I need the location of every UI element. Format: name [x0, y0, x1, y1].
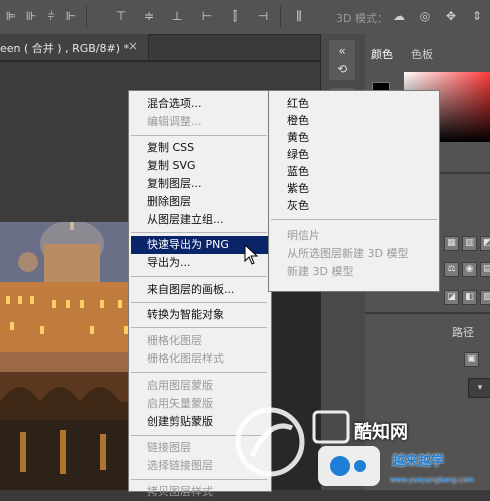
menu-separator — [131, 135, 267, 136]
menu-item-artboard-from-layers[interactable]: 来自图层的画板... — [147, 281, 235, 299]
3d-slide-icon[interactable]: ⇕ — [470, 9, 484, 23]
auto-align-icon[interactable]: ⫼ — [292, 9, 306, 23]
menu-item-rasterize-layer: 栅格化图层 — [147, 334, 202, 347]
menu-item-color-yellow[interactable]: 黄色 — [287, 129, 309, 147]
panel-divider — [365, 312, 490, 314]
watermark-logo-text: 酷知网 — [354, 422, 408, 443]
menu-item-create-clipping-mask[interactable]: 创建剪贴蒙版 — [147, 413, 213, 431]
watermark-url: www.yueyangbang.com — [390, 476, 474, 484]
menu-item-duplicate-layer[interactable]: 复制图层... — [147, 175, 202, 193]
menu-item-export-as[interactable]: 导出为... — [147, 254, 191, 272]
watermark-brand: 越来越学 — [392, 454, 445, 469]
distribute-top-icon[interactable]: ⊤ — [114, 9, 128, 23]
menu-item-edit-adjustment: 编辑调整... — [147, 115, 202, 128]
3d-mode-label: 3D 模式： — [336, 12, 388, 25]
align-h-center-icon[interactable]: ⫩ — [44, 9, 58, 23]
menu-item-link-layers: 链接图层 — [147, 441, 191, 454]
camera-icon[interactable]: ◉ — [462, 262, 477, 277]
distribute-h-center-icon[interactable]: ⫿ — [228, 9, 242, 23]
align-left-icon[interactable]: ⊫ — [4, 9, 18, 23]
adjust-gradient-icon[interactable]: ▧ — [480, 290, 490, 305]
menu-separator — [131, 327, 267, 328]
toolbar-divider — [86, 6, 87, 28]
menu-item-new-3d-model: 新建 3D 模型 — [287, 265, 354, 278]
adjust-grid-icon[interactable]: ▦ — [444, 236, 459, 251]
tab-paths[interactable]: 路径 — [452, 324, 474, 340]
menu-separator — [131, 302, 267, 303]
cityscape-illustration — [0, 222, 140, 490]
mouse-cursor-icon — [244, 244, 259, 265]
menu-item-rasterize-style: 栅格化图层样式 — [147, 352, 224, 365]
close-icon[interactable]: × — [128, 39, 138, 53]
menu-item-quick-export-png[interactable]: 快速导出为 PNG — [131, 236, 283, 254]
align-center-icon[interactable]: ⊪ — [24, 9, 38, 23]
adjust-invert-icon[interactable]: ◪ — [444, 290, 459, 305]
distribute-right-icon[interactable]: ⊣ — [256, 9, 270, 23]
menu-item-enable-layer-mask: 启用图层蒙版 — [147, 379, 213, 392]
menu-item-copy-css[interactable]: 复制 CSS — [147, 139, 194, 157]
menu-separator — [131, 372, 267, 373]
tab-swatches[interactable]: 色板 — [411, 46, 433, 62]
menu-item-color-orange[interactable]: 橙色 — [287, 112, 309, 130]
distribute-v-center-icon[interactable]: ≑ — [142, 9, 156, 23]
menu-item-color-blue[interactable]: 蓝色 — [287, 163, 309, 181]
menu-item-3d-from-layer: 从所选图层新建 3D 模型 — [287, 247, 409, 260]
3d-orbit-icon[interactable]: ☁ — [392, 9, 406, 23]
menu-separator — [131, 232, 267, 233]
menu-separator — [271, 219, 437, 220]
menu-item-color-red[interactable]: 红色 — [287, 95, 309, 113]
watermark: 酷知网 越来越学 www.yueyangbang.com — [222, 398, 490, 490]
panel-dropdown[interactable]: ▾ — [468, 378, 490, 398]
menu-item-blending-options[interactable]: 混合选项... — [147, 95, 202, 113]
menu-separator — [131, 276, 267, 277]
3d-pan-icon[interactable]: ✥ — [444, 9, 458, 23]
distribute-bottom-icon[interactable]: ⊥ — [170, 9, 184, 23]
adjust-balance-icon[interactable]: ⚖ — [444, 262, 459, 277]
menu-item-convert-smart-object[interactable]: 转换为智能对象 — [147, 306, 224, 324]
adjust-curves-icon[interactable]: ◩ — [480, 236, 490, 251]
distribute-left-icon[interactable]: ⊢ — [200, 9, 214, 23]
canvas-photo — [0, 222, 140, 490]
menu-item-color-violet[interactable]: 紫色 — [287, 180, 309, 198]
document-tab-title: een ( 合并 ) , RGB/8#) * — [0, 42, 129, 55]
align-right-icon[interactable]: ⊩ — [64, 9, 78, 23]
tab-color[interactable]: 颜色 — [371, 46, 393, 62]
menu-item-postcard: 明信片 — [287, 229, 320, 242]
menu-item-select-linked: 选择链接图层 — [147, 459, 213, 472]
adjust-threshold-icon[interactable]: ◧ — [462, 290, 477, 305]
menu-item-copy-svg[interactable]: 复制 SVG — [147, 157, 196, 175]
menu-item-color-green[interactable]: 绿色 — [287, 146, 309, 164]
document-tab[interactable]: een ( 合并 ) , RGB/8#) * × — [0, 34, 149, 60]
menu-item-delete-layer[interactable]: 删除图层 — [147, 193, 191, 211]
3d-roll-icon[interactable]: ◎ — [418, 9, 432, 23]
menu-item-group-from-layers[interactable]: 从图层建立组... — [147, 211, 224, 229]
image-icon[interactable]: ▣ — [464, 352, 479, 367]
menu-item-enable-vector-mask: 启用矢量蒙版 — [147, 397, 213, 410]
menu-item-color-gray[interactable]: 灰色 — [287, 197, 309, 215]
menu-item-copy-layer-style: 拷贝图层样式 — [147, 485, 213, 498]
options-toolbar: ⊫ ⊪ ⫩ ⊩ ⊤ ≑ ⊥ ⊢ ⫿ ⊣ ⫼ 3D 模式： ☁ ◎ ✥ ⇕ — [0, 0, 490, 35]
toolbar-divider — [280, 6, 281, 28]
history-icon[interactable]: ⟲ — [329, 58, 355, 80]
adjust-levels-icon[interactable]: ▥ — [462, 236, 477, 251]
adjust-mixer-icon[interactable]: ▤ — [480, 262, 490, 277]
layer-color-submenu: 红色 橙色 黄色 绿色 蓝色 紫色 灰色 明信片 从所选图层新建 3D 模型 新… — [268, 90, 440, 292]
